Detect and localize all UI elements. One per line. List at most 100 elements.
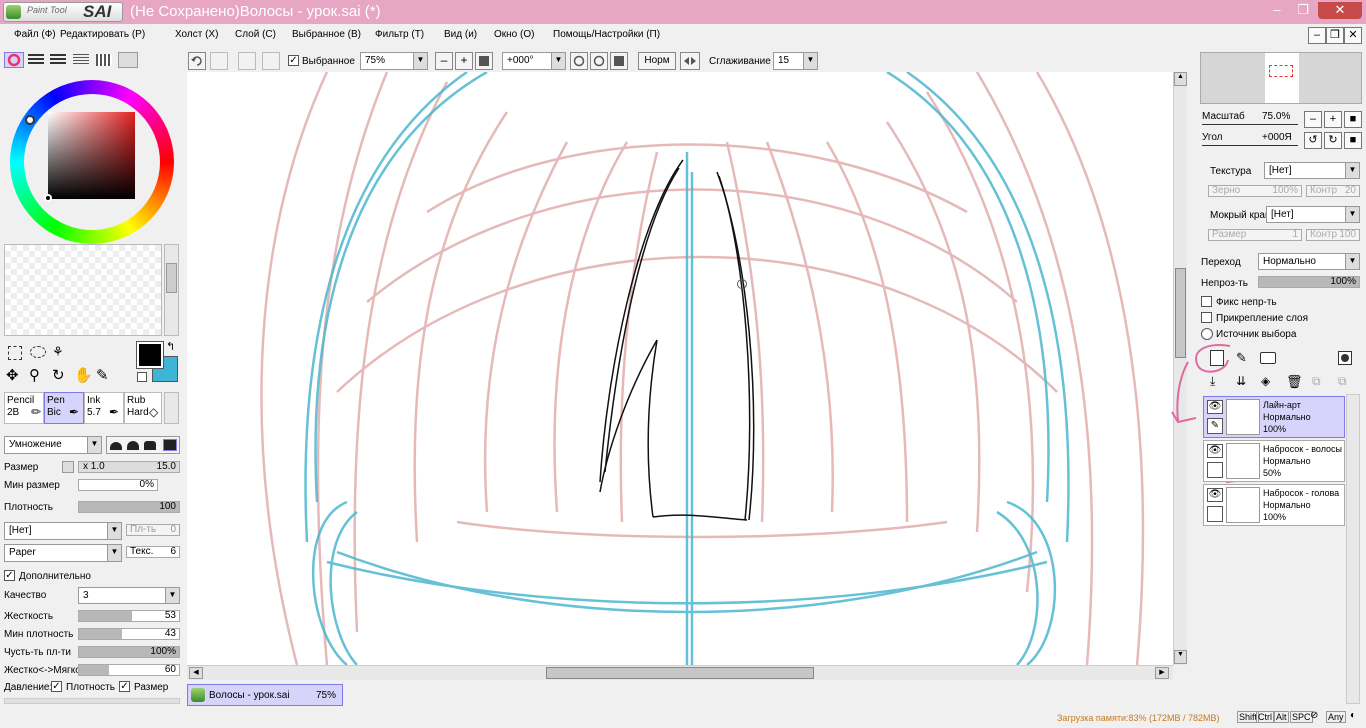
document-tab[interactable]: Волосы - урок.sai 75% (187, 684, 343, 706)
color-marker[interactable] (44, 194, 52, 202)
saturation-square[interactable] (48, 112, 135, 199)
nav-rotate-left-icon[interactable]: ↺ (1304, 132, 1322, 149)
layer-item-lineart[interactable]: 👁 ✎ Лайн-арт Нормально 100% (1203, 396, 1345, 438)
layer-locked-icon[interactable]: ⧉ (1338, 374, 1347, 389)
layer-item-hair-sketch[interactable]: 👁 Набросок - волосы Нормально 50% (1203, 440, 1345, 482)
grain-slider[interactable]: Зерно 100% (1208, 185, 1302, 197)
scroll-right-icon[interactable]: ▶ (1155, 667, 1169, 679)
rotate-icon[interactable]: ↻ (52, 366, 65, 384)
delete-layer-icon[interactable]: 🗑 (1286, 374, 1303, 390)
density-slider[interactable]: 100 (78, 501, 180, 513)
scroll-down-icon[interactable]: ▼ (1174, 650, 1187, 664)
layer-mask-icon[interactable] (1338, 351, 1352, 365)
sensitivity-slider[interactable]: 100% (78, 646, 180, 658)
menu-view[interactable]: Вид (и) (444, 29, 477, 40)
layer-item-head-sketch[interactable]: 👁 Набросок - голова Нормально 100% (1203, 484, 1345, 526)
eye-icon[interactable]: 👁 (1207, 488, 1223, 502)
size-slider[interactable]: x 1.0 15.0 (78, 461, 180, 473)
scroll-up-icon[interactable]: ▲ (1174, 72, 1187, 86)
scroll-left-icon[interactable]: ◀ (189, 667, 203, 679)
primary-color-swatch[interactable] (136, 341, 164, 369)
rotate-reset-button[interactable] (610, 52, 628, 70)
rect-select-icon[interactable] (8, 346, 22, 360)
nav-zoom-reset-button[interactable]: ■ (1344, 111, 1362, 128)
invert-icon[interactable] (262, 52, 280, 70)
layer-blend-select[interactable]: Нормально ▼ (1258, 253, 1360, 270)
scratchpad[interactable] (4, 244, 162, 336)
eye-icon[interactable]: 👁 (1207, 444, 1223, 458)
hand-icon[interactable]: ✋ (74, 366, 93, 384)
deselect-icon[interactable] (238, 52, 256, 70)
rotate-right-icon[interactable] (590, 52, 608, 70)
doc-minimize-icon[interactable]: – (1308, 27, 1326, 44)
menu-layer[interactable]: Слой (С) (235, 29, 276, 40)
close-icon[interactable]: ✕ (1318, 2, 1362, 19)
undo-icon[interactable] (188, 52, 206, 70)
scratchpad-scrollbar[interactable] (164, 244, 179, 336)
eyedropper-icon[interactable]: ✎ (96, 366, 109, 384)
zoom-out-button[interactable]: – (435, 52, 453, 70)
doc-close-icon[interactable]: ✕ (1344, 27, 1362, 44)
zoom-icon[interactable]: ⚲ (29, 366, 40, 384)
angle-select[interactable]: +000° ▼ (502, 52, 566, 70)
nav-rotate-reset-button[interactable]: ■ (1344, 132, 1362, 149)
menu-edit[interactable]: Редактировать (Р) (60, 29, 145, 40)
hue-marker[interactable] (25, 115, 35, 125)
min-density-slider[interactable]: 43 (78, 628, 180, 640)
gradation-tab[interactable] (73, 54, 89, 66)
color-wheel-tab[interactable] (4, 52, 24, 68)
horizontal-scroll-thumb[interactable] (546, 667, 814, 679)
canvas-horizontal-scrollbar[interactable]: ◀ ▶ (187, 665, 1173, 680)
navigator-preview[interactable] (1200, 52, 1362, 104)
menu-window[interactable]: Окно (О) (494, 29, 534, 40)
min-size-slider[interactable]: 0% (78, 479, 158, 491)
texture1-strength[interactable]: Пл-ть 0 (126, 524, 180, 536)
fix-opacity-checkbox[interactable] (1201, 296, 1212, 307)
edit-lock-box[interactable] (1207, 506, 1223, 522)
menu-filter[interactable]: Фильтр (Т) (375, 29, 424, 40)
wet-contrast-slider[interactable]: Контр 100 (1306, 229, 1360, 241)
tool-pencil[interactable]: Pencil 2B ✏ (4, 392, 44, 424)
drawing-canvas[interactable] (187, 72, 1173, 665)
edit-lock-box[interactable] (1207, 462, 1223, 478)
pen-icon[interactable]: ✎ (1207, 418, 1223, 434)
tool-eraser[interactable]: Rub Hard ◇ (124, 392, 162, 424)
lasso-icon[interactable] (30, 346, 46, 358)
menu-selection[interactable]: Выбранное (В) (292, 29, 361, 40)
wet-size-slider[interactable]: Размер 1 (1208, 229, 1302, 241)
brush-shape-selector[interactable] (106, 436, 180, 454)
contrast-slider[interactable]: Контр 20 (1306, 185, 1360, 197)
eye-icon[interactable]: 👁 (1207, 400, 1223, 414)
clip-layer-checkbox[interactable] (1201, 312, 1212, 323)
tool-pen[interactable]: Pen Bic ✒ (44, 392, 84, 424)
swap-colors-icon[interactable]: ↰ (166, 340, 175, 353)
redo-icon[interactable] (210, 52, 228, 70)
blend-mode-select[interactable]: Умножение ▼ (4, 436, 102, 454)
minimize-icon[interactable]: – (1266, 2, 1288, 19)
layers-scrollbar[interactable] (1346, 394, 1360, 704)
zoom-select[interactable]: 75% ▼ (360, 52, 428, 70)
rotate-left-icon[interactable] (570, 52, 588, 70)
menu-canvas[interactable]: Холст (Х) (175, 29, 218, 40)
texture2-strength[interactable]: Текс. 6 (126, 546, 180, 558)
swatches-tab[interactable] (96, 54, 112, 66)
layer-settings-icon[interactable]: ⧉ (1312, 374, 1321, 389)
tools-scrollbar[interactable] (164, 392, 179, 424)
left-panel-scrollbar[interactable] (4, 698, 180, 704)
hsv-slider-tab[interactable] (50, 54, 66, 66)
menu-file[interactable]: Файл (Ф) (14, 29, 56, 40)
transparent-color-icon[interactable] (137, 372, 147, 382)
nav-zoom-out-button[interactable]: – (1304, 111, 1322, 128)
move-icon[interactable]: ✥ (6, 366, 19, 384)
tool-ink[interactable]: Ink 5.7 ✒ (84, 392, 124, 424)
layer-texture-select[interactable]: [Нет] ▼ (1264, 162, 1360, 179)
new-folder-icon[interactable] (1260, 352, 1276, 364)
size-dropdown[interactable] (62, 461, 74, 473)
doc-maximize-icon[interactable]: ❐ (1326, 27, 1344, 44)
zoom-reset-button[interactable] (475, 52, 493, 70)
advanced-checkbox[interactable]: ✓ (4, 570, 15, 581)
magic-wand-icon[interactable]: ⚘ (52, 344, 64, 360)
wet-edge-select[interactable]: [Нет] ▼ (1266, 206, 1360, 223)
hardness-slider[interactable]: 53 (78, 610, 180, 622)
layer-opacity-slider[interactable]: 100% (1258, 276, 1360, 288)
